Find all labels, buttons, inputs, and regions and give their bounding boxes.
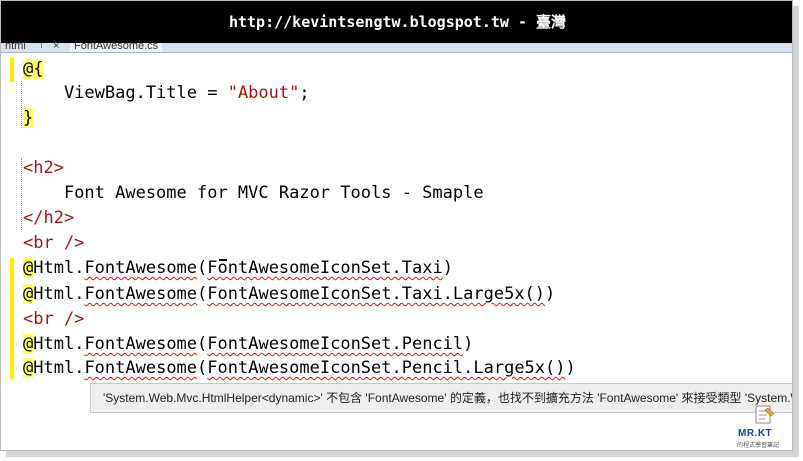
- icon-argument-error[interactable]: FontAwesomeIconSet.Pencil.Large5x(): [207, 358, 565, 378]
- razor-block-close: }: [23, 108, 34, 128]
- editor-window: http://kevintsengtw.blogspot.tw - 臺灣 htm…: [0, 0, 793, 451]
- paren-open: (: [197, 258, 208, 278]
- paren-open: (: [197, 334, 208, 354]
- paren-close: ): [442, 258, 453, 278]
- code-line-5: <h2>: [23, 156, 64, 181]
- string-literal: "About": [227, 83, 300, 103]
- razor-at: @: [23, 284, 34, 304]
- semicolon: ;: [299, 83, 310, 103]
- change-marker: [10, 258, 14, 379]
- fontawesome-method-error[interactable]: FontAwesome: [84, 258, 197, 278]
- code-line-1: @{: [23, 57, 44, 82]
- paren-close: ): [463, 334, 474, 354]
- code-line-12: @Html.FontAwesome(FontAwesomeIconSet.Pen…: [23, 332, 473, 357]
- html-helper: Html.: [33, 258, 85, 278]
- code-line-13: @Html.FontAwesome(FontAwesomeIconSet.Pen…: [23, 356, 576, 381]
- error-tooltip: 'System.Web.Mvc.HtmlHelper<dynamic>' 不包含…: [90, 383, 792, 413]
- change-marker: [10, 58, 14, 82]
- paren-open: (: [197, 284, 208, 304]
- razor-block-open: @{: [23, 59, 44, 79]
- fontawesome-method-error[interactable]: FontAwesome: [84, 334, 197, 354]
- razor-at: @: [23, 258, 34, 278]
- logo-text: MR.KT: [738, 428, 773, 439]
- logo-subtitle: 的程式學習筆記: [737, 443, 780, 449]
- code-line-3: }: [23, 106, 34, 131]
- code-line-10: @Html.FontAwesome(FontAwesomeIconSet.Tax…: [23, 282, 555, 307]
- html-helper: Html.: [33, 334, 85, 354]
- watermark-text: http://kevintsengtw.blogspot.tw - 臺灣: [228, 13, 567, 31]
- code-line-2: ViewBag.Title = "About";: [23, 81, 310, 106]
- code-line-9: @Html.FontAwesome(FontAwesomeIconSet.Tax…: [23, 256, 453, 281]
- br-tag: <br />: [23, 233, 85, 253]
- h2-close-tag: </h2>: [23, 208, 75, 228]
- frame-shadow: [6, 451, 799, 457]
- fontawesome-method-error[interactable]: FontAwesome: [84, 358, 197, 378]
- icon-argument-error[interactable]: FontAwesomeIconSet.Pencil: [207, 334, 463, 354]
- viewbag-title: ViewBag.Title =: [23, 83, 228, 103]
- code-line-6: Font Awesome for MVC Razor Tools - Smapl…: [23, 181, 484, 206]
- icon-argument-error[interactable]: FontAwesomeIconSet.Taxi.Large5x(): [207, 284, 545, 304]
- razor-at: @: [23, 358, 34, 378]
- fontawesome-method-error[interactable]: FontAwesome: [84, 284, 197, 304]
- razor-at: @: [23, 334, 34, 354]
- frame-shadow: [793, 6, 799, 455]
- paren-close: ): [545, 284, 556, 304]
- error-message: 'System.Web.Mvc.HtmlHelper<dynamic>' 不包含…: [103, 391, 792, 405]
- paren-close: ): [565, 358, 576, 378]
- paren-open: (: [197, 358, 208, 378]
- text-caret: [219, 256, 227, 261]
- h2-open-tag: <h2>: [23, 158, 64, 178]
- html-helper: Html.: [33, 358, 85, 378]
- html-helper: Html.: [33, 284, 85, 304]
- heading-text: Font Awesome for MVC Razor Tools - Smapl…: [23, 183, 484, 203]
- editor-gutter: [10, 53, 22, 393]
- icon-argument-error[interactable]: FontAwesomeIconSet.Taxi: [207, 258, 442, 278]
- code-line-7: </h2>: [23, 206, 74, 231]
- watermark-banner: http://kevintsengtw.blogspot.tw - 臺灣: [1, 1, 792, 43]
- code-line-8: <br />: [23, 231, 84, 256]
- br-tag: <br />: [23, 309, 85, 329]
- code-line-11: <br />: [23, 307, 84, 332]
